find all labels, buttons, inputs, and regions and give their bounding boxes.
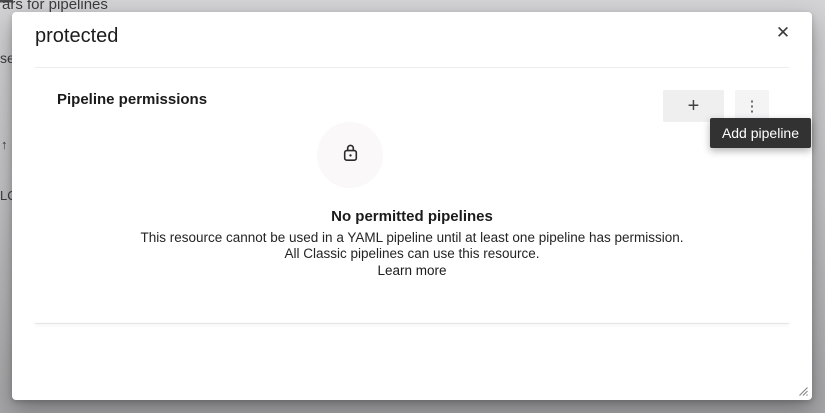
empty-state-text: No permitted pipelines This resource can…	[12, 208, 812, 280]
background-icon-fragment: ↑	[1, 137, 8, 152]
resource-permissions-dialog: protected ✕ Pipeline permissions + ⋮ Add…	[12, 12, 812, 400]
close-icon[interactable]: ✕	[770, 20, 796, 46]
tooltip-label: Add pipeline	[722, 125, 799, 141]
empty-state-title: No permitted pipelines	[12, 208, 812, 226]
lock-icon	[342, 143, 359, 168]
header-divider	[35, 67, 789, 68]
resize-handle-icon[interactable]	[795, 383, 809, 397]
dialog-title: protected	[35, 25, 118, 48]
pipeline-permissions-heading: Pipeline permissions	[57, 91, 207, 108]
kebab-menu-icon: ⋮	[745, 97, 760, 115]
empty-state-line-1: This resource cannot be used in a YAML p…	[12, 230, 812, 246]
empty-state-illustration	[317, 122, 383, 188]
empty-state-line-2: All Classic pipelines can use this resou…	[12, 246, 812, 262]
add-pipeline-tooltip: Add pipeline	[710, 118, 811, 148]
plus-icon: +	[688, 95, 700, 118]
learn-more-link[interactable]: Learn more	[377, 263, 446, 279]
card-bottom-divider	[35, 323, 789, 324]
